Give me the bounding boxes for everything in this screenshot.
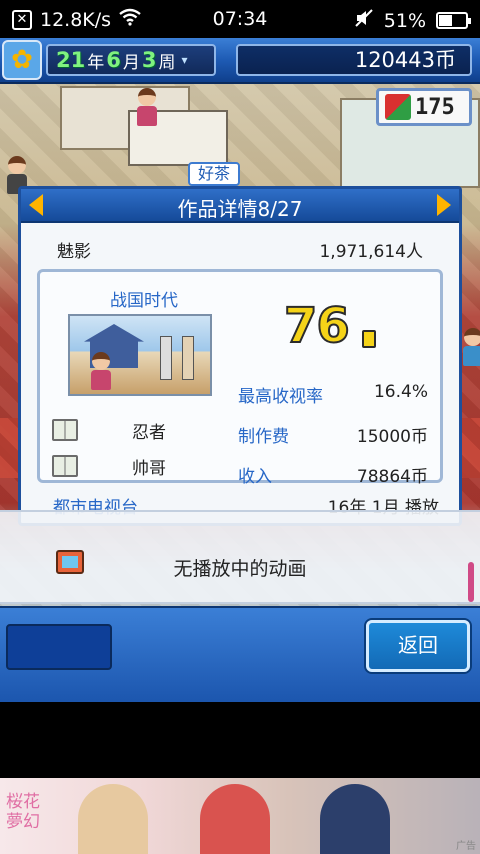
battery-icon: [436, 12, 471, 29]
money-display: 120443币: [236, 44, 472, 76]
stat-value: 16.4%: [373, 382, 428, 402]
skill-item: 帅哥: [52, 452, 202, 480]
next-arrow-icon[interactable]: [437, 194, 451, 216]
status-bar: ✕ 12.8K/s 07:34 51%: [0, 0, 480, 38]
ad-logo-line: 夢幻: [6, 812, 40, 832]
ad-character-image: [78, 784, 148, 854]
book-icon: [52, 419, 78, 441]
week-value: 3: [141, 48, 157, 72]
staff-character[interactable]: [462, 328, 480, 368]
scroll-indicator: [468, 562, 474, 602]
stat-label: 制作费: [238, 427, 289, 447]
mute-icon: [354, 8, 374, 33]
work-title: 魅影: [57, 242, 91, 262]
panel-title: 作品详情8/27: [177, 197, 303, 221]
skill-name: 帅哥: [132, 459, 166, 479]
status-right: 51%: [354, 8, 471, 33]
ad-character-image: [200, 784, 270, 854]
ad-character-image: [320, 784, 390, 854]
date-display[interactable]: 21 年 6 月 3 周 ▾: [46, 44, 216, 76]
character-name-tag: 好茶: [188, 162, 240, 186]
genre-label: 战国时代: [110, 291, 178, 311]
stat-value: 78864币: [356, 467, 428, 487]
menu-slot-button[interactable]: [6, 624, 112, 670]
year-unit: 年: [87, 52, 105, 73]
top-bar: ✿ 21 年 6 月 3 周 ▾ 120443币: [0, 38, 480, 84]
score-value: 76: [283, 297, 351, 355]
work-thumbnail: [68, 314, 212, 396]
ad-logo: 桜花 夢幻: [6, 792, 40, 832]
month-unit: 月: [122, 52, 140, 73]
panel-header: 作品详情8/27: [21, 189, 459, 223]
sunflower-icon[interactable]: ✿: [2, 40, 42, 80]
no-anime-text: 无播放中的动画: [173, 558, 307, 580]
research-points-value: 175: [415, 94, 455, 120]
ad-tag: 广告: [456, 841, 476, 852]
ad-logo-line: 桜花: [6, 792, 40, 812]
chevron-down-icon: ▾: [181, 53, 188, 67]
skill-item: 忍者: [52, 416, 202, 444]
year-value: 21: [56, 48, 86, 72]
thumbnail-character: [90, 352, 112, 392]
score-icon: [362, 330, 376, 348]
battery-percent: 51%: [383, 9, 426, 32]
stat-label: 收入: [238, 467, 272, 487]
books-icon: [385, 94, 411, 120]
viewer-count: 1,971,614人: [319, 242, 423, 262]
skill-name: 忍者: [132, 423, 166, 443]
book-icon: [52, 455, 78, 477]
banner-illustration: [160, 336, 172, 380]
bottom-bar: 返回: [0, 606, 480, 702]
week-unit: 周: [158, 52, 176, 73]
game-scene[interactable]: ✿ 21 年 6 月 3 周 ▾ 120443币 175 好茶 作品详情8/27…: [0, 38, 480, 702]
anime-broadcast-strip: 无播放中的动画: [0, 510, 480, 604]
month-value: 6: [106, 48, 121, 72]
work-details-panel: 作品详情8/27 魅影 1,971,614人 战国时代 76 最高收视率 16.…: [18, 186, 462, 526]
research-points-badge[interactable]: 175: [376, 88, 472, 126]
work-info-card: 战国时代 76 最高收视率 16.4% 制作费 15000币 收入 78864币: [37, 269, 443, 487]
back-button[interactable]: 返回: [366, 620, 470, 672]
stat-value: 15000币: [356, 427, 428, 447]
stat-label: 最高收视率: [238, 387, 323, 407]
ad-banner[interactable]: 桜花 夢幻 广告: [0, 778, 480, 854]
banner-illustration: [182, 336, 194, 380]
staff-character[interactable]: [136, 88, 158, 128]
battery-fill: [439, 15, 453, 26]
